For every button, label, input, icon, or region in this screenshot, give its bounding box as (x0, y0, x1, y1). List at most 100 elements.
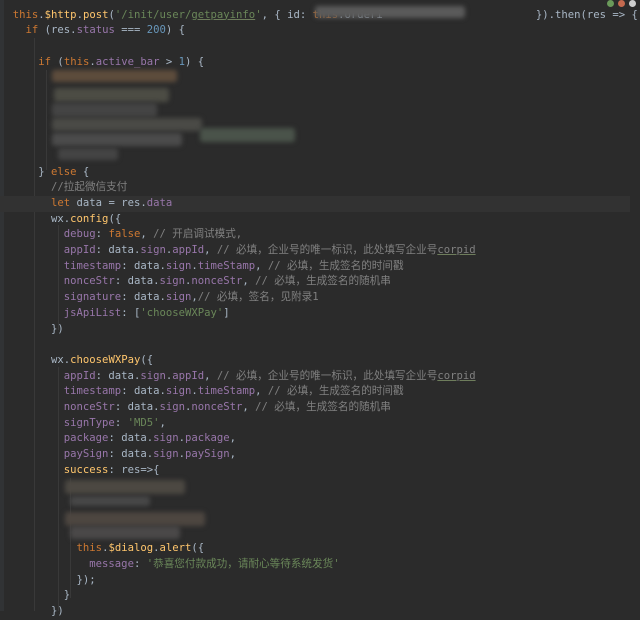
browser-icon[interactable] (607, 0, 614, 7)
code-token: , (255, 259, 268, 272)
code-token: : data. (95, 369, 141, 382)
code-token: // 开启调试模式, (153, 228, 243, 241)
code-token: debug (63, 228, 96, 241)
code-token: id (287, 8, 300, 21)
redacted-region (70, 496, 150, 506)
code-token: message (89, 558, 134, 570)
code-token: this (12, 8, 39, 21)
code-token: package (63, 432, 109, 445)
code-line[interactable]: signature: data.sign,// 必填，签名，见附录1 (0, 290, 630, 306)
redacted-region (65, 512, 205, 526)
browser-icon[interactable] (618, 0, 625, 7)
redacted-region (65, 480, 185, 494)
code-token: , (242, 401, 256, 413)
code-line[interactable]: timestamp: data.sign.timeStamp, // 必填，生成… (0, 384, 630, 400)
code-line[interactable] (0, 337, 630, 353)
redacted-region (58, 148, 118, 160)
code-line[interactable]: nonceStr: data.sign.nonceStr, // 必填，生成签名… (0, 400, 630, 416)
code-token: , (255, 385, 268, 398)
code-token: wx. (0, 212, 71, 225)
code-token: : data. (108, 432, 154, 445)
code-line[interactable] (0, 39, 630, 55)
code-token: 'chooseWXPay' (140, 306, 224, 319)
code-line[interactable]: appId: data.sign.appId, // 必填，企业号的唯一标识，此… (0, 243, 630, 259)
code-token: : data. (121, 291, 166, 304)
code-token: signature (63, 291, 122, 304)
code-line[interactable]: } else { (0, 165, 630, 181)
code-line[interactable]: message: '恭喜您付款成功，请耐心等待系统发货' (0, 557, 630, 573)
code-token: '/init/user/ (114, 8, 192, 21)
code-token: this (63, 55, 90, 68)
code-token: ] (223, 306, 230, 319)
code-line[interactable]: } (0, 588, 630, 604)
code-token: sign (153, 448, 179, 461)
code-token: timestamp (63, 385, 122, 398)
code-token: nonceStr (191, 401, 243, 413)
code-token: : [ (121, 306, 141, 319)
code-line[interactable]: appId: data.sign.appId, // 必填，企业号的唯一标识，此… (0, 369, 630, 385)
code-line[interactable]: success: res=>{ (0, 463, 630, 479)
code-token: corpid (437, 369, 476, 382)
code-token: false (108, 228, 141, 241)
code-token: wx. (0, 353, 71, 366)
code-token: : (95, 228, 109, 241)
code-token: }); (0, 573, 96, 586)
code-token: , (229, 448, 237, 461)
code-token: // 必填，生成签名的时间戳 (267, 259, 404, 272)
code-line[interactable]: timestamp: data.sign.timeStamp, // 必填，生成… (0, 259, 630, 275)
code-line[interactable]: if (res.status === 200) { (0, 23, 630, 39)
code-token: : data. (95, 244, 141, 256)
code-token: 'MD5' (127, 416, 160, 429)
browser-icon[interactable] (629, 0, 636, 7)
code-line[interactable]: jsApiList: ['chooseWXPay'] (0, 306, 630, 322)
code-token: appId (172, 244, 205, 256)
code-line[interactable]: this.$dialog.alert({ (0, 541, 630, 557)
code-token: //拉起微信支付 (51, 181, 128, 194)
code-line[interactable]: paySign: data.sign.paySign, (0, 447, 630, 463)
code-line[interactable]: //拉起微信支付 (0, 180, 630, 196)
code-line[interactable]: signType: 'MD5', (0, 416, 630, 432)
code-token: : data. (114, 401, 160, 413)
code-line[interactable]: if (this.active_bar > 1) { (0, 55, 630, 71)
code-token: , { (261, 8, 288, 21)
code-token: sign (159, 401, 185, 413)
code-token: nonceStr (63, 275, 115, 288)
code-line[interactable]: }) (0, 604, 630, 620)
code-token: getpayinfo (191, 8, 256, 21)
code-token: paySign (185, 448, 230, 461)
code-token: , (204, 369, 217, 382)
code-line[interactable]: wx.chooseWXPay({ (0, 353, 630, 369)
code-line[interactable]: let data = res.data (0, 195, 630, 212)
code-line[interactable]: wx.config({ (0, 212, 630, 228)
code-line[interactable]: package: data.sign.package, (0, 431, 630, 447)
code-token: // 必填，生成签名的时间戳 (267, 385, 404, 398)
redacted-region (54, 88, 169, 102)
code-line[interactable]: nonceStr: data.sign.nonceStr, // 必填，生成签名… (0, 274, 630, 290)
code-token: // 必填，企业号的唯一标识，此处填写企业号 (216, 244, 438, 256)
code-token: timeStamp (197, 259, 256, 272)
code-line[interactable]: }) (0, 322, 630, 338)
code-token: $dialog (108, 542, 154, 555)
code-token: sign (165, 291, 192, 304)
code-token: , (242, 275, 256, 288)
code-line[interactable]: }); (0, 573, 630, 589)
code-token: appId (63, 369, 96, 382)
redacted-region (52, 103, 157, 117)
code-editor[interactable]: this.$http.post('/init/user/getpayinfo',… (0, 0, 640, 617)
code-token: success (63, 463, 109, 476)
code-token: : data. (114, 275, 160, 288)
code-token: 200 (146, 24, 166, 37)
code-line[interactable]: debug: false, // 开启调试模式, (0, 227, 630, 243)
